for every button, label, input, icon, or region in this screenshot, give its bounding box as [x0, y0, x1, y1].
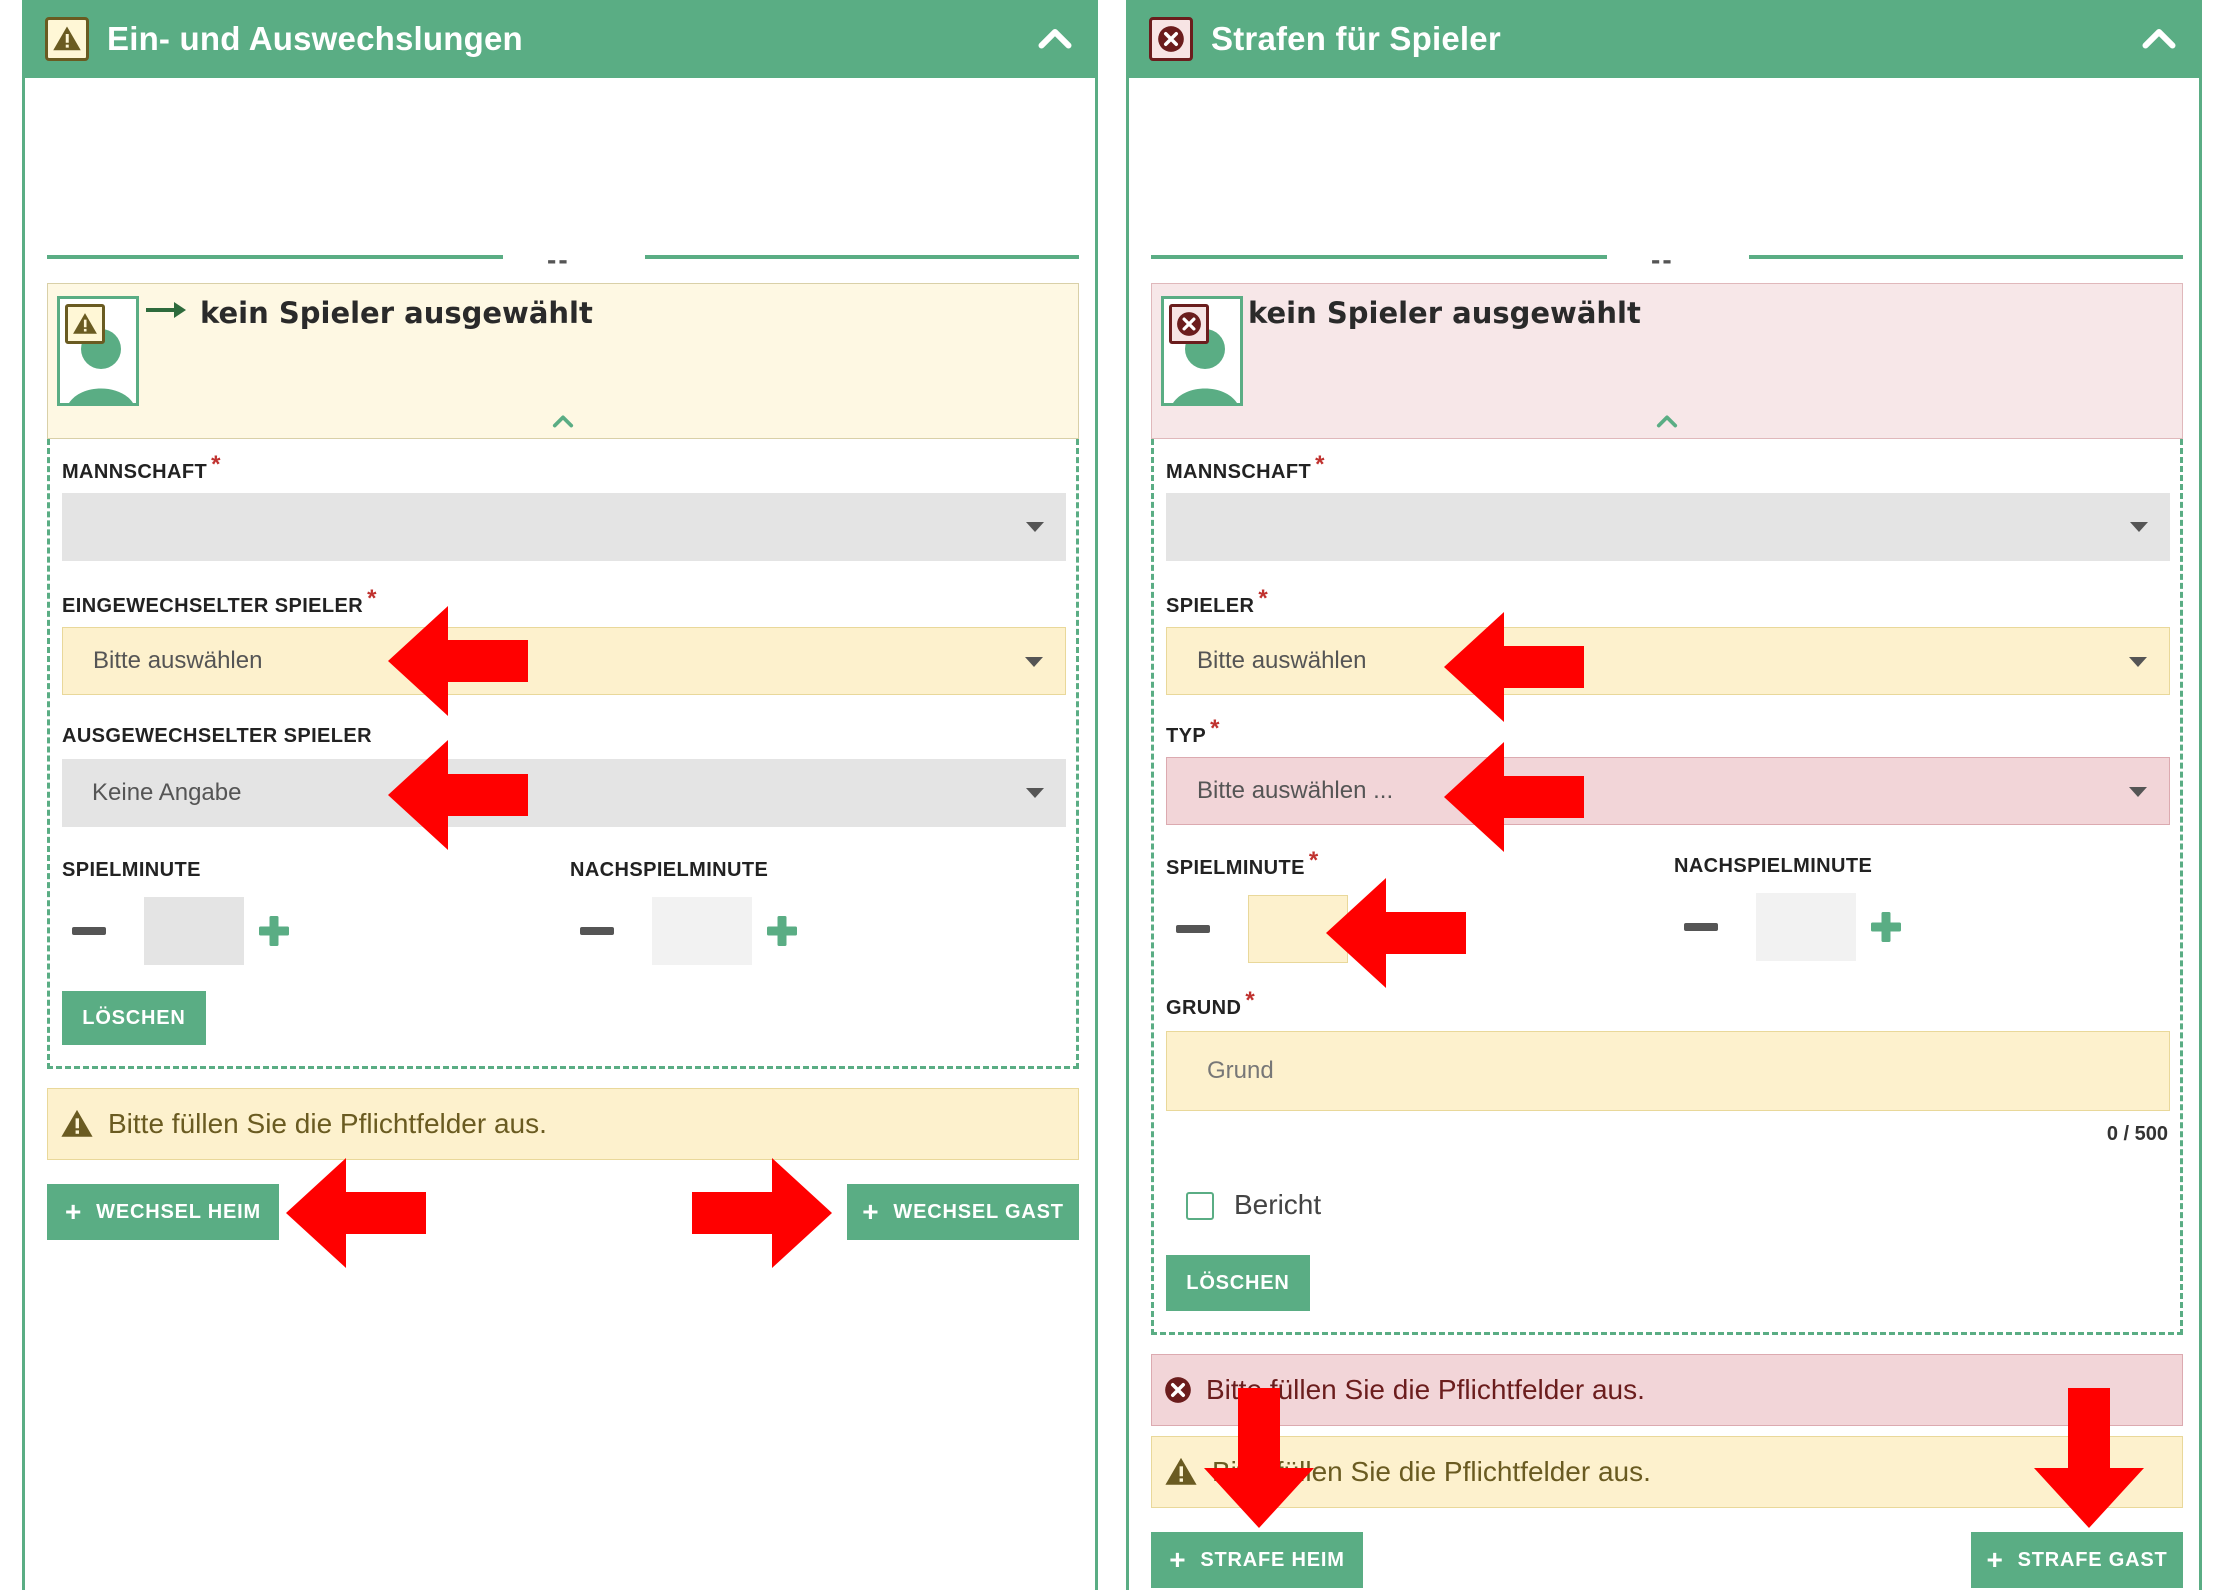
extra-minute-label: NACHSPIELMINUTE: [570, 859, 769, 881]
reason-label: GRUND *: [1166, 987, 1256, 1019]
separator-line: [1749, 255, 2183, 259]
required-fields-alert: Bitte füllen Sie die Pflichtfelder aus.: [47, 1088, 1079, 1160]
penalty-away-button[interactable]: + STRAFE GAST: [1971, 1532, 2183, 1588]
extra-minute-decrement-button[interactable]: [1684, 923, 1718, 931]
chevron-up-icon[interactable]: [548, 410, 578, 432]
substitution-home-button[interactable]: + WECHSEL HEIM: [47, 1184, 279, 1240]
minute-increment-button[interactable]: [256, 913, 292, 949]
chevron-up-icon[interactable]: [1652, 410, 1682, 432]
error-circle-icon: [1164, 1376, 1192, 1404]
extra-minute-input[interactable]: [652, 897, 752, 965]
annotation-arrow-down: [1204, 1388, 1314, 1528]
player-in-select[interactable]: Bitte auswählen: [62, 627, 1066, 695]
separator-line: [1151, 255, 1607, 259]
substitutions-header[interactable]: Ein- und Auswechslungen: [25, 0, 1095, 78]
player-out-label: AUSGEWECHSELTER SPIELER: [62, 725, 372, 747]
caret-down-icon: [2129, 657, 2147, 667]
alert-text: Bitte füllen Sie die Pflichtfelder aus.: [108, 1108, 547, 1139]
error-circle-icon: [1149, 17, 1193, 61]
extra-minute-increment-button[interactable]: [1868, 909, 1904, 945]
button-label: STRAFE HEIM: [1200, 1548, 1345, 1571]
warning-triangle-icon: [1164, 1455, 1198, 1489]
penalty-home-button[interactable]: + STRAFE HEIM: [1151, 1532, 1363, 1588]
avatar: [1161, 296, 1243, 406]
avatar: [57, 296, 139, 406]
annotation-arrow-left: [286, 1158, 426, 1268]
player-select[interactable]: Bitte auswählen: [1166, 627, 2170, 695]
penalties-panel: Strafen für Spieler -- kein Spieler ausg…: [1126, 0, 2202, 1590]
caret-down-icon: [1026, 788, 1044, 798]
penalty-form: MANNSCHAFT * SPIELER * Bitte auswählen TYP…: [1151, 439, 2183, 1335]
reason-textarea[interactable]: Grund: [1166, 1031, 2170, 1111]
separator-line: [47, 255, 503, 259]
type-select[interactable]: Bitte auswählen ...: [1166, 757, 2170, 825]
player-card[interactable]: kein Spieler ausgewählt: [1151, 283, 2183, 439]
team-select[interactable]: [1166, 493, 2170, 561]
annotation-arrow-left: [1326, 878, 1466, 988]
extra-minute-decrement-button[interactable]: [580, 927, 614, 935]
delete-button[interactable]: LÖSCHEN: [62, 991, 206, 1045]
substitution-away-button[interactable]: + WECHSEL GAST: [847, 1184, 1079, 1240]
button-label: WECHSEL HEIM: [96, 1200, 261, 1223]
arrow-right-icon: [146, 302, 186, 318]
annotation-arrow-left: [388, 740, 528, 850]
chevron-up-icon[interactable]: [2141, 20, 2177, 56]
minute-label: SPIELMINUTE *: [1166, 847, 1319, 879]
report-checkbox[interactable]: [1186, 1192, 1214, 1220]
score-separator: --: [1651, 244, 1674, 275]
annotation-arrow-left: [1444, 612, 1584, 722]
team-label: MANNSCHAFT *: [62, 451, 221, 483]
button-label: STRAFE GAST: [2017, 1548, 2168, 1571]
caret-down-icon: [2130, 522, 2148, 532]
player-label: SPIELER *: [1166, 585, 1269, 617]
annotation-arrow-down: [2034, 1388, 2144, 1528]
annotation-arrow-left: [388, 606, 528, 716]
caret-down-icon: [1025, 657, 1043, 667]
separator-line: [645, 255, 1079, 259]
annotation-arrow-right: [692, 1158, 832, 1268]
minute-decrement-button[interactable]: [1176, 925, 1210, 933]
player-card[interactable]: kein Spieler ausgewählt: [47, 283, 1079, 439]
team-select[interactable]: [62, 493, 1066, 561]
extra-minute-input[interactable]: [1756, 893, 1856, 961]
extra-minute-increment-button[interactable]: [764, 913, 800, 949]
substitutions-panel: Ein- und Auswechslungen -- kein Spieler …: [22, 0, 1098, 1590]
panel-title: Ein- und Auswechslungen: [107, 20, 523, 57]
player-in-label: EINGEWECHSELTER SPIELER *: [62, 585, 377, 617]
warning-triangle-icon: [65, 304, 105, 344]
type-label: TYP *: [1166, 715, 1220, 747]
warning-triangle-icon: [60, 1107, 94, 1141]
warning-triangle-icon: [45, 17, 89, 61]
panel-title: Strafen für Spieler: [1211, 20, 1501, 57]
score-separator: --: [547, 244, 570, 275]
substitution-form: MANNSCHAFT * EINGEWECHSELTER SPIELER * Bit…: [47, 439, 1079, 1069]
report-label[interactable]: Bericht: [1234, 1189, 1321, 1221]
character-counter: 0 / 500: [2106, 1123, 2168, 1145]
plus-icon: +: [1986, 1544, 2004, 1575]
button-label: WECHSEL GAST: [893, 1200, 1064, 1223]
delete-button[interactable]: LÖSCHEN: [1166, 1255, 1310, 1311]
plus-icon: +: [65, 1196, 83, 1227]
team-label: MANNSCHAFT *: [1166, 451, 1325, 483]
player-card-title: kein Spieler ausgewählt: [200, 296, 593, 330]
caret-down-icon: [1026, 522, 1044, 532]
penalties-header[interactable]: Strafen für Spieler: [1129, 0, 2199, 78]
plus-icon: +: [1169, 1544, 1187, 1575]
error-circle-icon: [1169, 304, 1209, 344]
chevron-up-icon[interactable]: [1037, 20, 1073, 56]
extra-minute-label: NACHSPIELMINUTE: [1674, 855, 1873, 877]
player-out-select[interactable]: Keine Angabe: [62, 759, 1066, 827]
caret-down-icon: [2129, 787, 2147, 797]
annotation-arrow-left: [1444, 742, 1584, 852]
minute-decrement-button[interactable]: [72, 927, 106, 935]
player-card-title: kein Spieler ausgewählt: [1248, 296, 1641, 330]
plus-icon: +: [862, 1196, 880, 1227]
minute-input[interactable]: [144, 897, 244, 965]
minute-label: SPIELMINUTE: [62, 859, 201, 881]
